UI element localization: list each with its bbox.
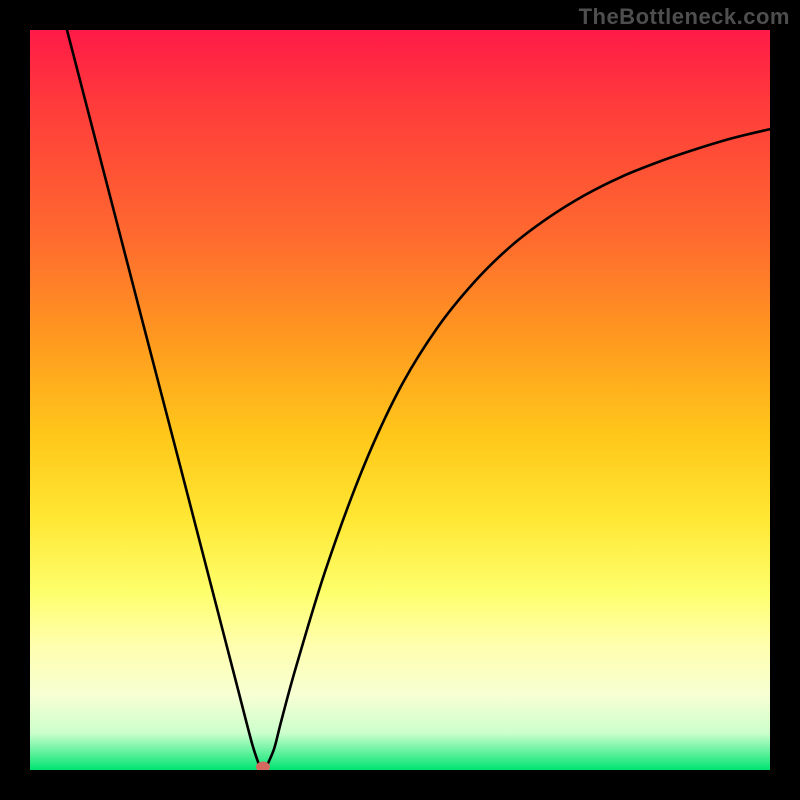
plot-frame (30, 30, 770, 770)
minimum-point-marker (256, 762, 270, 771)
bottleneck-curve-path (67, 30, 770, 768)
curve-svg (30, 30, 770, 770)
plot-inner (30, 30, 770, 770)
watermark-text: TheBottleneck.com (579, 4, 790, 30)
chart-stage: TheBottleneck.com (0, 0, 800, 800)
